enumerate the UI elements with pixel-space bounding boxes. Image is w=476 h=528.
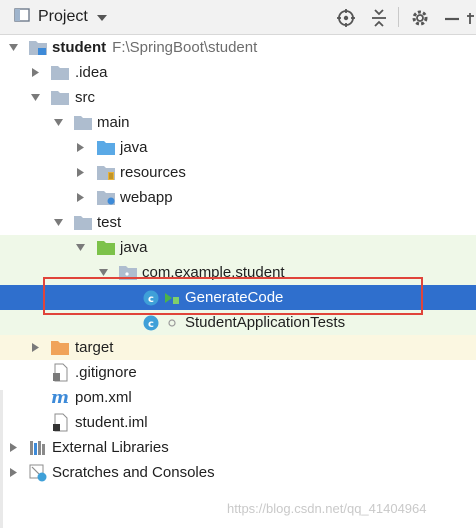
tree-item-pom[interactable]: m pom.xml xyxy=(0,385,476,410)
chevron-right-icon[interactable] xyxy=(30,342,41,353)
tree-item-label: webapp xyxy=(120,189,173,206)
tree-item-label: .idea xyxy=(75,64,108,81)
chevron-down-icon[interactable] xyxy=(8,42,19,53)
tree-item-root[interactable]: student F:\SpringBoot\student xyxy=(0,35,476,60)
test-source-folder-icon xyxy=(97,241,115,255)
tree-item-target[interactable]: target xyxy=(0,335,476,360)
tree-item-main-java[interactable]: java xyxy=(0,135,476,160)
tree-item-main[interactable]: main xyxy=(0,110,476,135)
tree-item-label: test xyxy=(97,214,122,231)
tree-item-label: target xyxy=(75,339,114,356)
module-folder-icon xyxy=(29,41,47,55)
tree-item-resources[interactable]: resources xyxy=(0,160,476,185)
chevron-right-icon[interactable] xyxy=(75,192,86,203)
highlight-annotation-box xyxy=(43,277,423,315)
chevron-down-icon[interactable] xyxy=(53,117,64,128)
tree-item-test-java[interactable]: java xyxy=(0,235,476,260)
tree-item-student-iml[interactable]: student.iml xyxy=(0,410,476,435)
chevron-right-icon[interactable] xyxy=(30,67,41,78)
tree-item-label: StudentApplicationTests xyxy=(185,314,346,331)
folder-icon xyxy=(51,66,69,80)
ignore-file-icon xyxy=(53,363,68,382)
chevron-right-icon[interactable] xyxy=(75,142,86,153)
folder-icon xyxy=(51,91,69,105)
chevron-right-icon[interactable] xyxy=(75,167,86,178)
module-file-icon xyxy=(53,413,68,432)
tree-item-external-libraries[interactable]: External Libraries xyxy=(0,435,476,460)
excluded-folder-icon xyxy=(51,341,69,355)
tree-item-label: src xyxy=(75,89,95,106)
tree-item-idea[interactable]: .idea xyxy=(0,60,476,85)
tree-item-test[interactable]: test xyxy=(0,210,476,235)
chevron-right-icon[interactable] xyxy=(8,442,19,453)
svg-text:m: m xyxy=(51,388,69,407)
source-folder-icon xyxy=(97,141,115,155)
scratches-icon xyxy=(29,464,47,482)
tree-item-src[interactable]: src xyxy=(0,85,476,110)
tree-item-scratches[interactable]: Scratches and Consoles xyxy=(0,460,476,485)
class-modifier-icon xyxy=(168,319,176,327)
overflow-icon[interactable] xyxy=(466,0,476,35)
watermark-text: https://blog.csdn.net/qq_41404964 xyxy=(227,501,427,516)
toolbar-separator xyxy=(398,7,399,27)
tree-item-label: pom.xml xyxy=(75,389,132,406)
chevron-down-icon[interactable] xyxy=(53,217,64,228)
tree-item-label: student.iml xyxy=(75,414,148,431)
tree-item-label: java xyxy=(120,139,148,156)
locate-icon[interactable] xyxy=(336,0,356,35)
gear-icon[interactable] xyxy=(410,0,430,35)
maven-icon: m xyxy=(51,388,69,407)
tree-item-gitignore[interactable]: .gitignore xyxy=(0,360,476,385)
tree-item-label: resources xyxy=(120,164,186,181)
tree-item-webapp[interactable]: webapp xyxy=(0,185,476,210)
project-view-title: Project xyxy=(38,8,88,25)
root-module-name: student xyxy=(52,39,107,56)
project-window-icon xyxy=(14,7,30,27)
resources-folder-icon xyxy=(97,166,115,180)
collapse-all-icon[interactable] xyxy=(370,0,388,35)
folder-icon xyxy=(74,216,92,230)
chevron-right-icon[interactable] xyxy=(8,467,19,478)
svg-text:c: c xyxy=(148,319,154,330)
tree-item-label: main xyxy=(97,114,130,131)
library-icon xyxy=(30,441,45,455)
tree-item-label: .gitignore xyxy=(75,364,137,381)
project-toolbar: Project xyxy=(0,0,476,35)
chevron-down-icon[interactable] xyxy=(30,92,41,103)
chevron-down-icon xyxy=(96,9,108,26)
java-class-icon: c xyxy=(143,315,159,331)
project-view-selector[interactable]: Project xyxy=(14,7,108,27)
web-folder-icon xyxy=(97,191,115,205)
tree-item-label: Scratches and Consoles xyxy=(52,464,215,481)
folder-icon xyxy=(74,116,92,130)
root-module-path: F:\SpringBoot\student xyxy=(112,39,258,56)
tree-item-label: External Libraries xyxy=(52,439,169,456)
hide-icon[interactable] xyxy=(443,0,463,35)
chevron-down-icon[interactable] xyxy=(75,242,86,253)
tree-item-label: java xyxy=(120,239,148,256)
